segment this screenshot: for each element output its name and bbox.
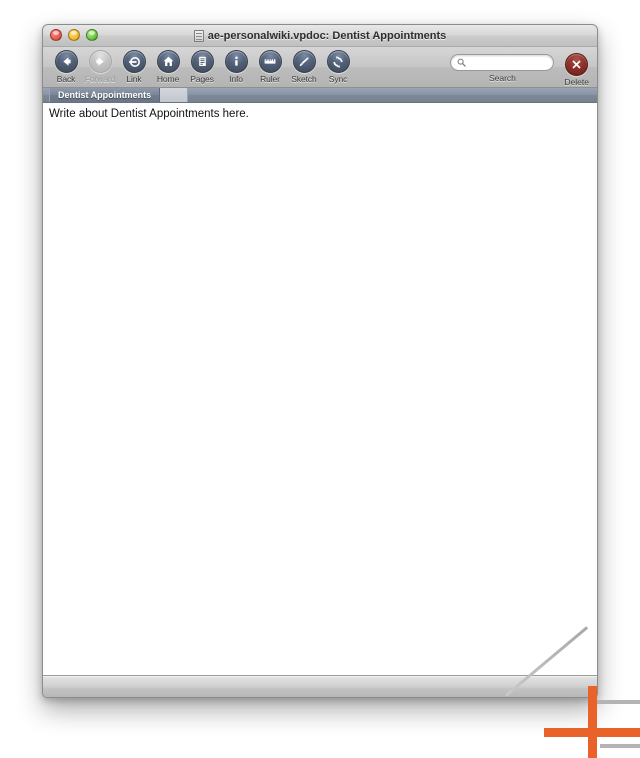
crop-mark-lower [600, 744, 640, 748]
forward-arrow-icon [88, 50, 112, 73]
toolbar-button-ruler[interactable]: Ruler [253, 50, 287, 84]
toolbar-button-forward[interactable]: Forward [83, 50, 117, 84]
toolbar-button-info[interactable]: Info [219, 50, 253, 84]
toolbar-label-link: Link [126, 74, 142, 84]
window-title-text: ae-personalwiki.vpdoc: Dentist Appointme… [207, 29, 447, 42]
toolbar-label-info: Info [229, 74, 243, 84]
toolbar-button-sync[interactable]: Sync [321, 50, 355, 84]
toolbar-button-link[interactable]: Link [117, 50, 151, 84]
delete-label: Delete [564, 77, 589, 87]
tab-label: Dentist Appointments [58, 90, 152, 100]
delete-group[interactable]: Delete [564, 53, 589, 87]
pages-icon [190, 50, 214, 73]
toolbar-label-pages: Pages [190, 74, 214, 84]
document-body-text[interactable]: Write about Dentist Appointments here. [49, 107, 591, 122]
home-icon [156, 50, 180, 73]
info-icon [224, 50, 248, 73]
link-icon [122, 50, 146, 73]
window-controls [50, 29, 98, 41]
search-input[interactable] [469, 56, 548, 69]
toolbar-label-home: Home [156, 74, 180, 84]
close-button[interactable] [50, 29, 62, 41]
desktop-background: ae-personalwiki.vpdoc: Dentist Appointme… [0, 0, 640, 758]
crop-mark-upper [597, 700, 640, 704]
sketch-brush-icon [292, 50, 316, 73]
sync-icon [326, 50, 350, 73]
toolbar-label-sketch: Sketch [291, 74, 317, 84]
back-arrow-icon [54, 50, 78, 73]
toolbar-label-forward: Forward [84, 74, 116, 84]
application-window: ae-personalwiki.vpdoc: Dentist Appointme… [42, 24, 598, 698]
toolbar-button-back[interactable]: Back [49, 50, 83, 84]
search-group: Search [450, 54, 555, 83]
minimize-button[interactable] [68, 29, 80, 41]
tab-bar: Dentist Appointments [43, 88, 597, 103]
main-toolbar: Back Forward Link Home Pages Info Ruler … [43, 47, 597, 88]
document-content-area[interactable]: Write about Dentist Appointments here. [43, 103, 597, 676]
toolbar-button-sketch[interactable]: Sketch [287, 50, 321, 84]
delete-x-icon [565, 53, 589, 76]
toolbar-label-back: Back [56, 74, 76, 84]
window-title: ae-personalwiki.vpdoc: Dentist Appointme… [193, 29, 447, 42]
ruler-icon [258, 50, 282, 73]
crosshair-vertical [588, 686, 597, 758]
tab-bar-filler [160, 88, 189, 102]
search-field[interactable] [450, 54, 555, 72]
toolbar-button-home[interactable]: Home [151, 50, 185, 84]
tab-dentist-appointments[interactable]: Dentist Appointments [49, 88, 161, 102]
window-titlebar[interactable]: ae-personalwiki.vpdoc: Dentist Appointme… [43, 25, 597, 47]
document-icon [193, 29, 204, 42]
search-label: Search [488, 73, 516, 83]
toolbar-label-ruler: Ruler [260, 74, 280, 84]
zoom-button[interactable] [86, 29, 98, 41]
toolbar-label-sync: Sync [328, 74, 348, 84]
toolbar-button-pages[interactable]: Pages [185, 50, 219, 84]
search-icon [457, 54, 467, 72]
